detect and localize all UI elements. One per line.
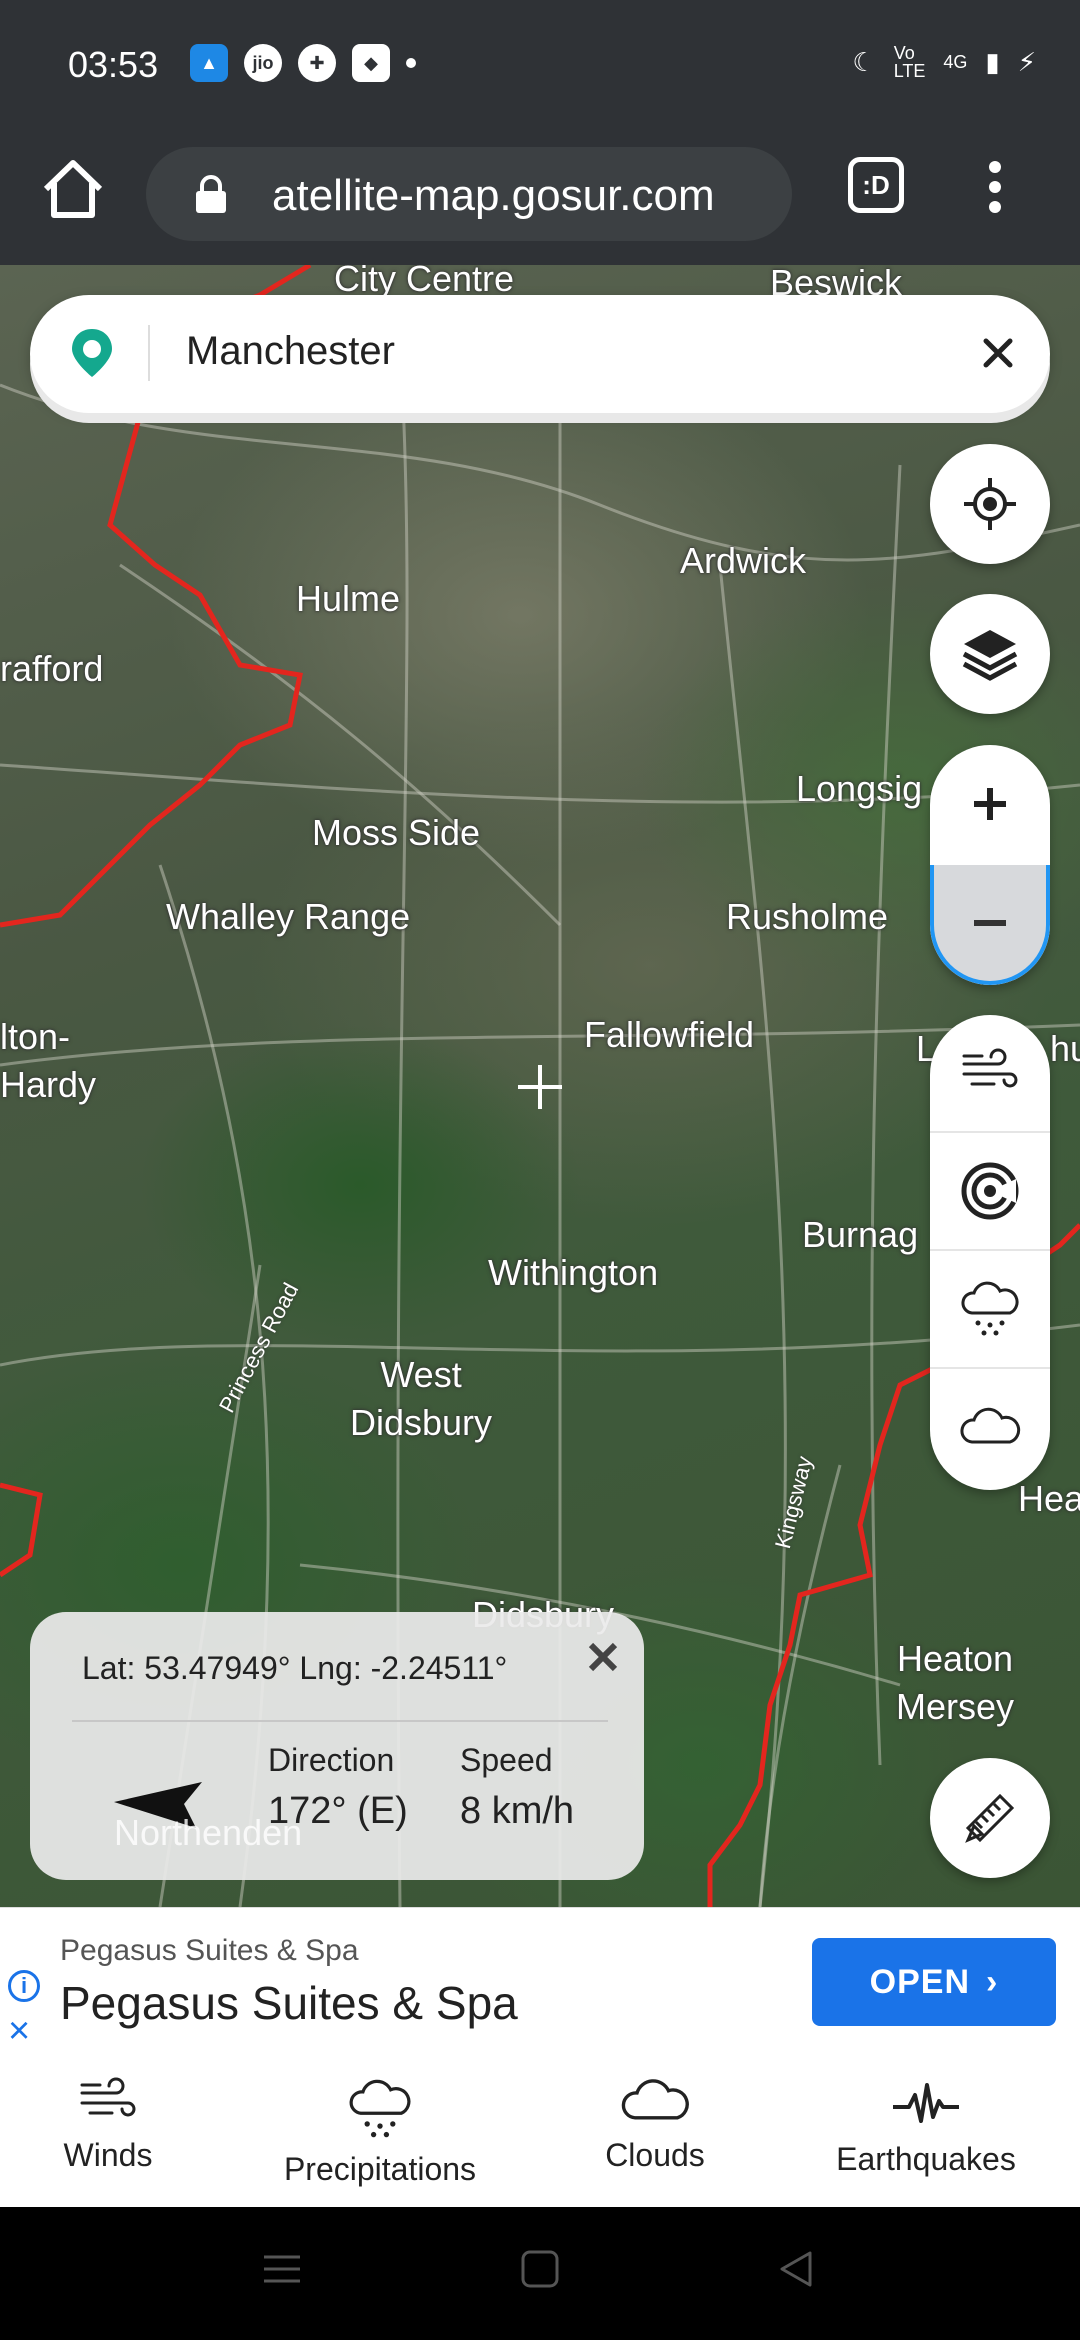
ad-headline[interactable]: Pegasus Suites & Spa bbox=[60, 1976, 518, 2030]
tab-winds-label: Winds bbox=[63, 2137, 153, 2173]
map-label-longsight: Longsig bbox=[796, 768, 923, 809]
ad-open-label: OPEN bbox=[869, 1962, 971, 2001]
map-label-west-didsbury: West Didsbury bbox=[350, 1354, 493, 1443]
radar-layer-button[interactable] bbox=[930, 1133, 1050, 1251]
ruler-pencil-icon bbox=[965, 1793, 1015, 1843]
layers-icon bbox=[962, 630, 1018, 681]
zoom-out-button[interactable] bbox=[930, 865, 1050, 985]
ad-info-icon[interactable]: i bbox=[8, 1970, 40, 2002]
map-label-rusholme: Rusholme bbox=[726, 896, 889, 937]
tab-earthquakes[interactable]: Earthquakes bbox=[826, 2077, 1026, 2178]
status-right-icons: ☾ Vo LTE 4G ▮ ⚡ bbox=[852, 44, 1036, 80]
clouds-layer-button[interactable] bbox=[930, 1369, 1050, 1487]
ad-close-icon[interactable]: × bbox=[8, 2012, 30, 2050]
speed-value: 8 km/h bbox=[460, 1790, 575, 1832]
map-label-whalley-range: Whalley Range bbox=[166, 896, 411, 937]
crosshair-location-icon bbox=[964, 478, 1016, 530]
volte-icon: Vo LTE bbox=[893, 43, 926, 81]
address-bar[interactable]: atellite-map.gosur.com bbox=[146, 147, 792, 241]
map-center-crosshair bbox=[518, 1065, 562, 1109]
game-icon: ✚ bbox=[298, 44, 336, 82]
map-label-ardwick: Ardwick bbox=[680, 540, 807, 581]
tab-precipitations[interactable]: Precipitations bbox=[270, 2077, 490, 2188]
map-label-withington: Withington bbox=[488, 1252, 659, 1293]
signal-icon: 4G bbox=[943, 51, 968, 72]
tab-switcher-button[interactable]: :D bbox=[848, 157, 904, 213]
system-navigation-bar bbox=[0, 2207, 1080, 2340]
map-label-trafford: rafford bbox=[0, 648, 104, 689]
map-label-chorlton: lton- Hardy bbox=[0, 1016, 97, 1105]
zoom-controls bbox=[930, 745, 1050, 985]
tab-clouds-label: Clouds bbox=[605, 2137, 705, 2173]
map-label-levenshulme-tail: hu bbox=[1050, 1028, 1080, 1069]
signal-bars-icon: ▮ bbox=[985, 46, 1000, 77]
status-time: 03:53 bbox=[68, 44, 159, 85]
url-text: atellite-map.gosur.com bbox=[272, 171, 715, 220]
status-bar: 03:53 ▲ jio ✚ ◆ ☾ Vo LTE 4G ▮ ⚡ bbox=[0, 0, 1080, 125]
direction-label: Direction bbox=[268, 1742, 395, 1778]
ad-advertiser: Pegasus Suites & Spa bbox=[60, 1934, 359, 1967]
jio-icon: jio bbox=[244, 44, 282, 82]
map-layers-button[interactable] bbox=[930, 594, 1050, 714]
ad-banner: i × Pegasus Suites & Spa Pegasus Suites … bbox=[0, 1907, 1080, 2058]
dot bbox=[989, 181, 1001, 193]
notification-icons: ▲ jio ✚ ◆ bbox=[190, 44, 416, 82]
chevron-right-icon: › bbox=[986, 1962, 999, 2001]
search-input[interactable]: Manchester bbox=[186, 329, 395, 374]
charging-icon: ⚡ bbox=[1017, 46, 1036, 77]
gamepad-icon: ◆ bbox=[352, 44, 390, 82]
cloud-icon bbox=[960, 1407, 1021, 1444]
speed-label: Speed bbox=[460, 1742, 553, 1778]
lock-icon bbox=[196, 175, 226, 213]
plus-icon bbox=[974, 788, 1006, 820]
tab-clouds[interactable]: Clouds bbox=[590, 2077, 720, 2174]
map-label-heaton-mersey: Heaton Mersey bbox=[896, 1638, 1015, 1727]
map-label-burnage: Burnag bbox=[802, 1214, 919, 1255]
close-info-icon[interactable] bbox=[586, 1640, 620, 1674]
tab-earthquakes-label: Earthquakes bbox=[836, 2141, 1016, 2177]
browser-toolbar: atellite-map.gosur.com :D bbox=[0, 125, 1080, 265]
home-button[interactable] bbox=[38, 155, 108, 225]
rain-cloud-icon bbox=[961, 1281, 1019, 1336]
radar-icon bbox=[961, 1162, 1019, 1220]
wind-layer-button[interactable] bbox=[930, 1015, 1050, 1133]
map-label-fallowfield: Fallowfield bbox=[584, 1014, 755, 1055]
lat-lng-readout: Lat: 53.47949° Lng: -2.24511° bbox=[82, 1650, 508, 1686]
ad-open-button[interactable]: OPEN › bbox=[812, 1938, 1056, 2026]
tab-precipitations-label: Precipitations bbox=[283, 2151, 477, 2187]
seismograph-icon bbox=[893, 2083, 959, 2123]
search-divider bbox=[148, 325, 150, 381]
map-label-hulme: Hulme bbox=[296, 578, 401, 619]
moon-icon: ☾ bbox=[852, 46, 876, 77]
my-location-button[interactable] bbox=[930, 444, 1050, 564]
recents-menu-icon[interactable] bbox=[262, 2249, 302, 2289]
rain-cloud-icon bbox=[349, 2079, 411, 2138]
location-info-panel: Lat: 53.47949° Lng: -2.24511° Northenden… bbox=[30, 1612, 644, 1880]
location-search-box[interactable]: Manchester bbox=[30, 295, 1050, 413]
cloud-icon bbox=[621, 2079, 689, 2120]
info-divider bbox=[72, 1720, 608, 1722]
overflow-menu-button[interactable] bbox=[980, 155, 1010, 225]
home-nav-icon[interactable] bbox=[520, 2249, 560, 2289]
back-nav-icon[interactable] bbox=[776, 2249, 816, 2289]
measure-tool-button[interactable] bbox=[930, 1758, 1050, 1878]
dot bbox=[989, 161, 1001, 173]
wind-icon bbox=[962, 1048, 1018, 1088]
home-icon bbox=[43, 160, 103, 218]
minus-icon bbox=[974, 920, 1006, 926]
weather-layer-toggles bbox=[930, 1015, 1050, 1490]
app-notification-icon: ▲ bbox=[190, 44, 228, 82]
wind-icon bbox=[80, 2077, 136, 2117]
tab-winds[interactable]: Winds bbox=[40, 2077, 176, 2174]
zoom-in-button[interactable] bbox=[930, 745, 1050, 863]
app-logo-icon bbox=[72, 329, 112, 377]
bottom-tab-bar: Winds Precipitations Clouds Earthquakes bbox=[0, 2057, 1080, 2207]
clear-search-icon[interactable] bbox=[970, 325, 1026, 381]
dot bbox=[989, 201, 1001, 213]
direction-value: 172° (E) bbox=[268, 1790, 408, 1832]
map-label-moss-side: Moss Side bbox=[312, 812, 481, 853]
more-notifications-icon bbox=[406, 58, 416, 68]
precipitation-layer-button[interactable] bbox=[930, 1251, 1050, 1369]
